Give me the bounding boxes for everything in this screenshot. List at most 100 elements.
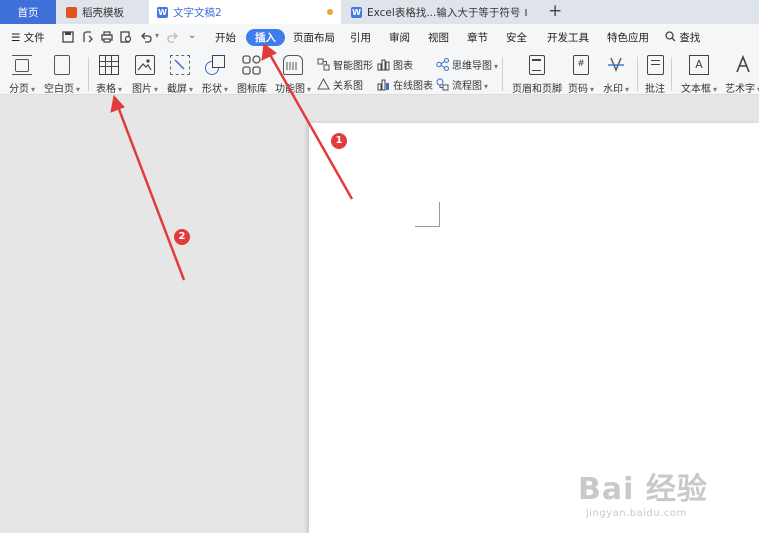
tab-excel[interactable]: W Excel表格找...输入大于等于符号: [343, 0, 529, 24]
tab-template[interactable]: 稻壳模板: [56, 0, 148, 24]
relation-chart-label: 关系图: [333, 81, 363, 92]
mind-map-label: 思维导图: [452, 57, 498, 72]
blank-page-icon: [54, 55, 70, 75]
page-number-icon: #: [573, 55, 589, 75]
picture-icon: [135, 55, 155, 75]
menu-file-button[interactable]: ☰ 文件: [11, 30, 45, 45]
function-chart-button[interactable]: 功能图: [275, 55, 311, 95]
tab-document-label: 文字文稿2: [173, 6, 222, 19]
comment-icon: [646, 55, 664, 75]
search-icon: [665, 31, 676, 42]
menu-tab-developer[interactable]: 开发工具: [547, 30, 589, 45]
icon-library-icon: [242, 55, 262, 75]
annotation-arrow-2: [115, 103, 186, 281]
icon-library-button[interactable]: 图标库: [237, 55, 267, 95]
blank-page-button[interactable]: 空白页: [44, 55, 80, 95]
text-box-button[interactable]: A 文本框: [681, 55, 717, 95]
customize-toolbar-chevron-icon[interactable]: ⌄: [188, 30, 196, 41]
watermark-button[interactable]: 水印: [603, 55, 629, 95]
watermark-icon: [606, 55, 626, 75]
tab-template-label: 稻壳模板: [82, 6, 124, 19]
save-icon[interactable]: [62, 31, 74, 43]
menu-tab-page-layout[interactable]: 页面布局: [293, 30, 335, 45]
online-chart-icon: [377, 79, 389, 91]
tab-home[interactable]: 首页: [0, 0, 56, 24]
undo-icon[interactable]: [140, 31, 152, 43]
header-footer-label: 页眉和页脚: [512, 84, 562, 95]
comment-label: 批注: [645, 84, 665, 95]
chart-button[interactable]: 图表: [377, 57, 413, 72]
screenshot-button[interactable]: 截屏: [167, 55, 193, 95]
redo-icon[interactable]: [167, 31, 179, 43]
bar-chart-icon: [377, 59, 390, 71]
shapes-button[interactable]: 形状: [202, 55, 228, 95]
watermark-label: 水印: [603, 80, 629, 95]
unsaved-dot-icon: [327, 9, 333, 15]
flowchart-icon: [436, 78, 449, 91]
icon-library-label: 图标库: [237, 84, 267, 95]
page-break-button[interactable]: 分页: [9, 55, 35, 95]
menu-tab-security[interactable]: 安全: [506, 30, 527, 45]
tab-document[interactable]: W 文字文稿2: [149, 0, 341, 24]
text-box-label: 文本框: [681, 80, 717, 95]
mind-map-icon: [436, 58, 449, 71]
writer-doc-icon: W: [351, 6, 362, 18]
table-icon: [99, 55, 119, 75]
search-label: 查找: [679, 32, 701, 44]
menu-tab-home[interactable]: 开始: [215, 30, 236, 45]
ribbon-divider: [502, 57, 503, 91]
baidu-jingyan-watermark: Bai 经验 jingyan.baidu.com: [578, 464, 708, 519]
menu-file-label: 文件: [23, 32, 45, 44]
menu-tab-references[interactable]: 引用: [350, 30, 371, 45]
function-chart-label: 功能图: [275, 80, 311, 95]
word-art-icon: [733, 55, 753, 75]
word-art-button[interactable]: 艺术字: [725, 55, 759, 95]
ribbon-divider: [637, 57, 638, 91]
comment-button[interactable]: 批注: [645, 55, 665, 95]
daoke-logo-icon: [66, 6, 77, 18]
undo-dropdown-icon[interactable]: ▾: [155, 31, 159, 40]
header-footer-button[interactable]: 页眉和页脚: [512, 55, 562, 95]
flowchart-label: 流程图: [452, 77, 488, 92]
ribbon-divider: [671, 57, 672, 91]
page-break-icon: [12, 55, 32, 75]
header-footer-icon: [529, 55, 545, 75]
insert-ribbon: 分页 空白页 表格 图片 截屏 形状 图标库 功能图 智能图形 图表 思维导图: [0, 51, 759, 95]
text-box-icon: A: [689, 55, 709, 75]
annotation-badge-2: 2: [174, 229, 190, 245]
relation-chart-icon: [317, 78, 330, 90]
text-area-corner-mark: [415, 226, 440, 227]
word-art-label: 艺术字: [725, 80, 759, 95]
menu-tab-chapter[interactable]: 章节: [467, 30, 488, 45]
watermark-brand: Bai 经验: [578, 472, 708, 507]
relation-chart-button[interactable]: 关系图: [317, 77, 363, 92]
monitor-icon: [525, 8, 528, 16]
menu-tab-special-apps[interactable]: 特色应用: [607, 30, 649, 45]
tab-home-label: 首页: [17, 6, 39, 19]
page-number-button[interactable]: # 页码: [568, 55, 594, 95]
menu-tab-view[interactable]: 视图: [428, 30, 449, 45]
title-tab-bar: 首页 稻壳模板 W 文字文稿2 W Excel表格找...输入大于等于符号 +: [0, 0, 759, 24]
annotation-arrowhead-2: [110, 94, 125, 113]
new-tab-button[interactable]: +: [548, 1, 562, 21]
text-area-corner-mark: [439, 202, 440, 226]
export-pdf-icon[interactable]: [82, 31, 94, 43]
smart-art-label: 智能图形: [333, 61, 373, 72]
menu-tab-insert[interactable]: 插入: [246, 29, 285, 46]
flowchart-button[interactable]: 流程图: [436, 77, 488, 92]
smart-art-button[interactable]: 智能图形: [317, 57, 373, 72]
annotation-badge-1: 1: [331, 133, 347, 149]
print-preview-icon[interactable]: [120, 31, 132, 43]
menu-tab-review[interactable]: 审阅: [389, 30, 410, 45]
print-icon[interactable]: [101, 31, 113, 43]
picture-button[interactable]: 图片: [132, 55, 158, 95]
online-chart-button[interactable]: 在线图表: [377, 77, 433, 92]
menu-bar: ☰ 文件 ▾ ⌄ 开始 插入 页面布局 引用 审阅 视图 章节 安全 开发工具 …: [0, 24, 759, 51]
shapes-label: 形状: [202, 80, 228, 95]
screenshot-label: 截屏: [167, 80, 193, 95]
ribbon-divider: [88, 57, 89, 91]
table-button[interactable]: 表格: [96, 55, 122, 95]
chart-label: 图表: [393, 61, 413, 72]
search-button[interactable]: 查找: [665, 30, 700, 45]
mind-map-button[interactable]: 思维导图: [436, 57, 498, 72]
